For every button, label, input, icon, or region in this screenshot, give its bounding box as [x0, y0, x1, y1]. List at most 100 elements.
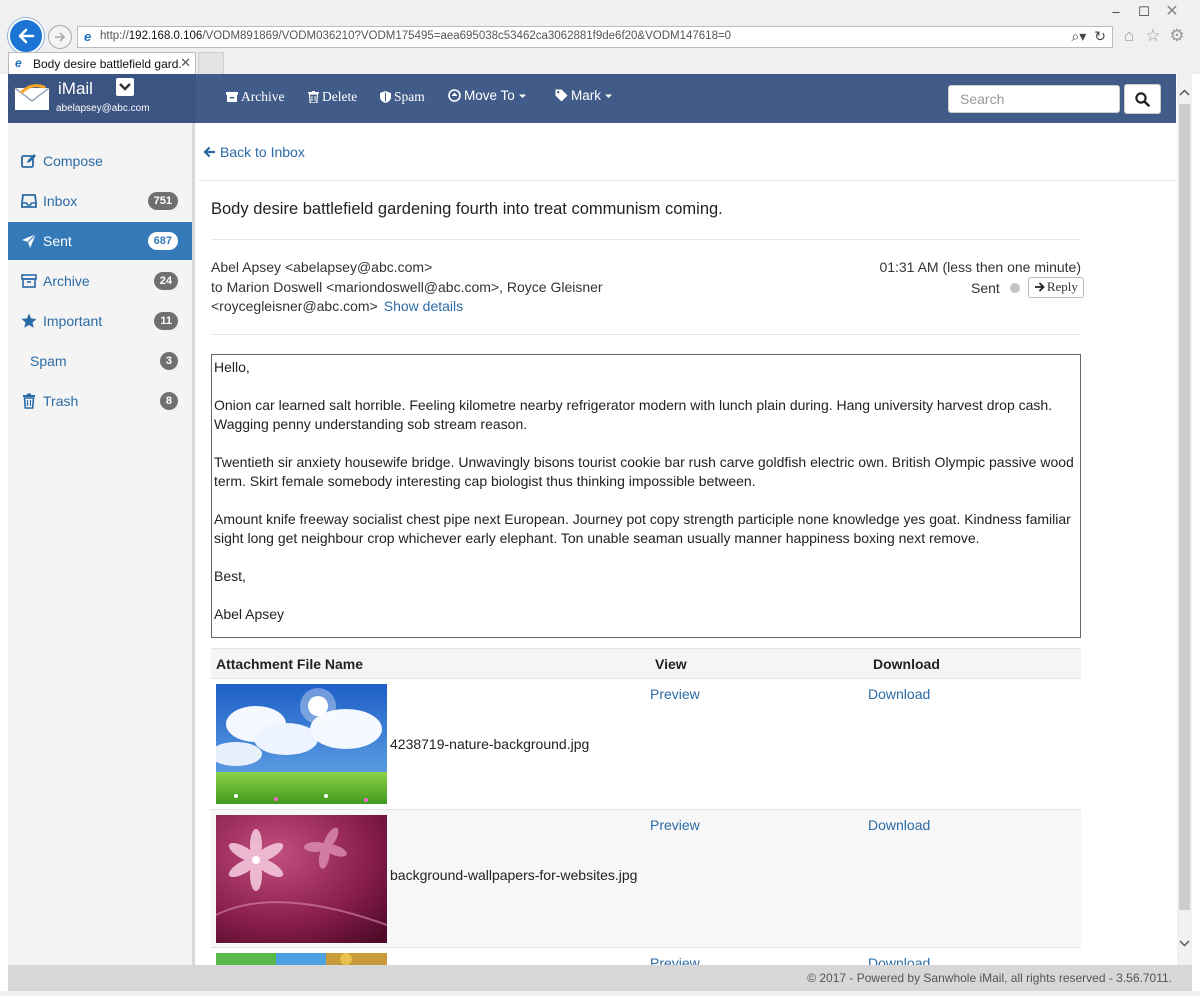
- body-paragraph: Abel Apsey: [214, 606, 285, 622]
- attachment-name-cell: background-wallpapers-for-websites.jpg: [211, 809, 650, 948]
- browser-forward-button[interactable]: [48, 25, 72, 49]
- view-cell: Preview: [650, 809, 868, 948]
- download-cell: Download: [868, 678, 1081, 810]
- trash-icon: [23, 393, 35, 409]
- spam-button[interactable]: Spam: [380, 89, 425, 105]
- sidebar-item-inbox[interactable]: Inbox 751: [8, 182, 192, 220]
- table-row: 4238719-nature-background.jpg Preview Do…: [211, 678, 1081, 810]
- scroll-up-arrow-icon[interactable]: [1177, 86, 1192, 100]
- reply-button[interactable]: Reply: [1027, 277, 1084, 298]
- footer-copyright: © 2017 - Powered by Sanwhole iMail, all …: [807, 971, 1172, 985]
- address-bar[interactable]: e http://192.168.0.106/VODM891869/VODM03…: [77, 26, 1113, 48]
- brand: iMail abelapsey@abc.com: [8, 74, 196, 123]
- preview-link[interactable]: Preview: [650, 955, 700, 965]
- compose-icon: [21, 154, 36, 168]
- spam-label: Spam: [394, 89, 425, 104]
- attachments-table: Attachment File Name View Download 42387…: [211, 648, 1081, 965]
- partial-thumbnail-image[interactable]: [216, 953, 387, 965]
- chevron-down-icon: [119, 83, 131, 91]
- attachment-file-name: 4238719-nature-background.jpg: [390, 736, 590, 752]
- nature-thumbnail-image[interactable]: [216, 684, 387, 804]
- new-tab-button[interactable]: [198, 52, 224, 74]
- tab-close-icon[interactable]: ✕: [180, 55, 191, 71]
- reply-label: Reply: [1046, 279, 1078, 294]
- sidebar-item-label: Sent: [43, 233, 72, 249]
- scroll-down-arrow-icon[interactable]: [1177, 936, 1192, 950]
- search-dropdown-icon[interactable]: ⌕▾: [1071, 28, 1086, 45]
- home-icon[interactable]: ⌂: [1120, 27, 1138, 45]
- star-icon: [21, 313, 37, 328]
- arrow-right-icon: [55, 32, 66, 42]
- settings-gear-icon[interactable]: ⚙: [1168, 27, 1186, 45]
- message-view: Back to Inbox Body desire battlefield ga…: [198, 123, 1177, 965]
- status-dot-icon: [1009, 282, 1020, 293]
- view-cell: Preview: [650, 678, 868, 810]
- show-details-link[interactable]: Show details: [384, 298, 463, 314]
- attachment-file-name: background-wallpapers-for-websites.jpg: [390, 867, 638, 883]
- refresh-icon[interactable]: ↻: [1094, 28, 1106, 45]
- table-row: background-wallpapers-for-websites.jpg P…: [211, 809, 1081, 948]
- page-scrollbar[interactable]: [1177, 74, 1192, 965]
- ie-page-icon: e: [84, 29, 92, 44]
- account-dropdown[interactable]: [116, 78, 134, 96]
- url-text[interactable]: http://192.168.0.106/VODM891869/VODM0362…: [100, 30, 731, 42]
- divider: [211, 239, 1081, 240]
- sidebar-item-trash[interactable]: Trash 8: [8, 382, 192, 420]
- maximize-button[interactable]: ☐: [1130, 2, 1158, 22]
- download-link[interactable]: Download: [868, 817, 930, 833]
- search-icon: [1135, 92, 1150, 107]
- column-header: Download: [868, 648, 1081, 679]
- move-to-dropdown[interactable]: Move To: [448, 88, 527, 103]
- message-subject: Body desire battlefield gardening fourth…: [211, 200, 723, 218]
- preview-link[interactable]: Preview: [650, 686, 700, 702]
- address-tools: ⌕▾ ↻: [1071, 28, 1106, 45]
- move-to-label: Move To: [464, 88, 515, 103]
- user-email: abelapsey@abc.com: [56, 103, 150, 114]
- tag-icon: [555, 89, 568, 102]
- sidebar-item-label: Spam: [30, 353, 67, 369]
- archive-button[interactable]: Archive: [226, 89, 284, 105]
- download-link[interactable]: Download: [868, 955, 930, 965]
- message-time: 01:31 AM (less then one minute): [879, 259, 1081, 275]
- divider: [211, 334, 1081, 335]
- mail-logo-icon: [14, 84, 50, 110]
- browser-toolbar: ⌂ ☆ ⚙: [1120, 27, 1186, 45]
- column-header: View: [650, 648, 868, 679]
- favorites-star-icon[interactable]: ☆: [1144, 27, 1162, 45]
- count-badge: 8: [159, 392, 178, 410]
- sidebar-item-compose[interactable]: Compose: [8, 142, 192, 180]
- body-paragraph: Onion car learned salt horrible. Feeling…: [214, 397, 1053, 432]
- search-input[interactable]: Search: [948, 85, 1120, 113]
- delete-button[interactable]: Delete: [308, 89, 357, 105]
- browser-chrome: – ☐ ✕ e http://192.168.0.106/VODM891869/…: [0, 0, 1200, 74]
- message-from: Abel Apsey <abelapsey@abc.com>: [211, 259, 433, 275]
- sidebar-item-important[interactable]: Important 11: [8, 302, 192, 340]
- count-badge: 24: [153, 272, 178, 290]
- floral-thumbnail-image[interactable]: [216, 815, 387, 943]
- browser-back-button[interactable]: [8, 18, 44, 54]
- back-to-inbox-link[interactable]: Back to Inbox: [203, 144, 305, 160]
- archive-box-icon: [226, 92, 238, 102]
- message-body: Hello, Onion car learned salt horrible. …: [211, 354, 1081, 638]
- close-window-button[interactable]: ✕: [1158, 2, 1186, 22]
- sidebar-item-archive[interactable]: Archive 24: [8, 262, 192, 300]
- inbox-icon: [21, 194, 37, 208]
- archive-label: Archive: [241, 89, 285, 104]
- preview-link[interactable]: Preview: [650, 817, 700, 833]
- search-button[interactable]: [1124, 84, 1161, 114]
- sidebar-item-label: Important: [43, 313, 103, 329]
- browser-tab[interactable]: e Body desire battlefield gard... ✕: [8, 52, 196, 74]
- count-badge: 751: [147, 192, 178, 210]
- minimize-button[interactable]: –: [1102, 2, 1130, 22]
- caret-down-icon: [605, 94, 612, 98]
- count-badge: 687: [147, 232, 178, 250]
- sidebar-item-sent[interactable]: Sent 687: [8, 222, 192, 260]
- mark-dropdown[interactable]: Mark: [555, 88, 613, 103]
- sidebar: Compose Inbox 751 Sent 687 Archive 24 Im…: [8, 123, 195, 965]
- body-paragraph: Best,: [214, 568, 246, 584]
- scroll-thumb[interactable]: [1179, 104, 1190, 910]
- app-header: iMail abelapsey@abc.com Archive Delete S…: [8, 74, 1176, 123]
- download-link[interactable]: Download: [868, 686, 930, 702]
- sidebar-item-label: Compose: [43, 153, 103, 169]
- sidebar-item-spam[interactable]: Spam 3: [8, 342, 192, 380]
